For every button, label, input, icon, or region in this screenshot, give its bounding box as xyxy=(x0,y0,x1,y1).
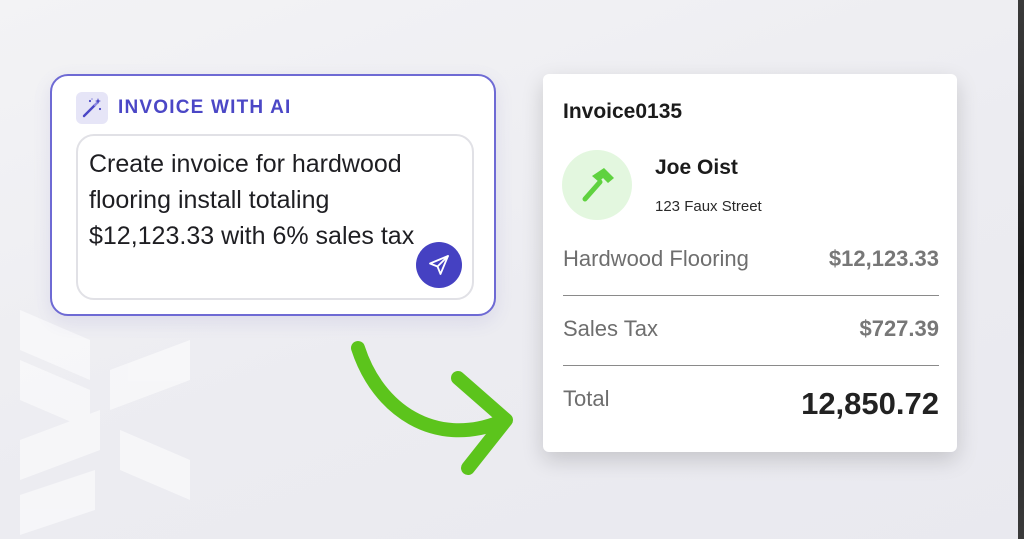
prompt-text[interactable]: Create invoice for hardwood flooring ins… xyxy=(89,146,419,254)
divider xyxy=(563,295,939,296)
client-avatar xyxy=(562,150,632,220)
divider xyxy=(563,365,939,366)
ai-card-header: INVOICE WITH AI xyxy=(76,92,292,124)
line-item-row: Sales Tax $727.39 xyxy=(563,316,939,342)
invoice-ai-card: INVOICE WITH AI Create invoice for hardw… xyxy=(50,74,496,316)
total-value: 12,850.72 xyxy=(801,386,939,421)
background-logo-watermark xyxy=(20,310,190,535)
line-item-label: Hardwood Flooring xyxy=(563,246,749,271)
curved-arrow-icon xyxy=(351,341,513,475)
line-item-amount: $12,123.33 xyxy=(828,246,939,271)
send-button[interactable] xyxy=(416,242,462,288)
line-item-label: Sales Tax xyxy=(563,316,658,341)
client-name: Joe Oist xyxy=(655,156,738,179)
line-item-amount: $727.39 xyxy=(859,316,939,341)
line-item-row: Hardwood Flooring $12,123.33 xyxy=(563,246,939,272)
ai-card-title: INVOICE WITH AI xyxy=(118,97,292,118)
magic-wand-icon xyxy=(76,92,108,124)
right-edge-strip xyxy=(1018,0,1024,539)
invoice-card: Invoice0135 Joe Oist 123 Faux Street Har… xyxy=(543,74,957,452)
total-row: Total 12,850.72 xyxy=(563,386,939,422)
total-label: Total xyxy=(563,386,610,411)
invoice-id: Invoice0135 xyxy=(563,100,683,123)
prompt-input[interactable]: Create invoice for hardwood flooring ins… xyxy=(76,134,474,300)
client-address: 123 Faux Street xyxy=(655,198,762,215)
send-icon xyxy=(429,255,449,275)
hammer-icon xyxy=(582,168,614,202)
